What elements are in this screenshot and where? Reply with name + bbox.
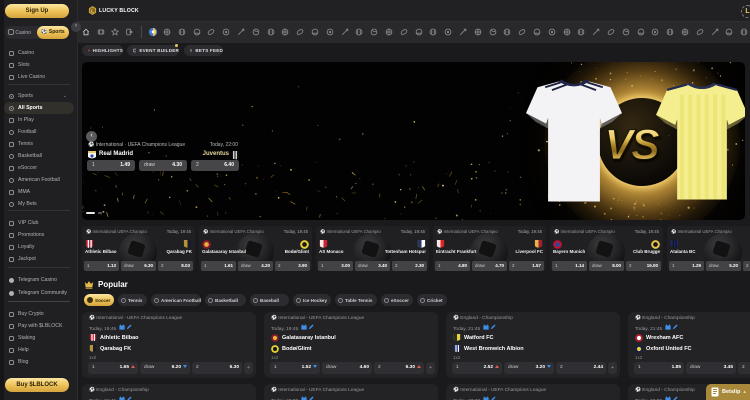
svg-text:VS: VS [604,121,660,169]
svg-text:L: L [91,8,94,13]
